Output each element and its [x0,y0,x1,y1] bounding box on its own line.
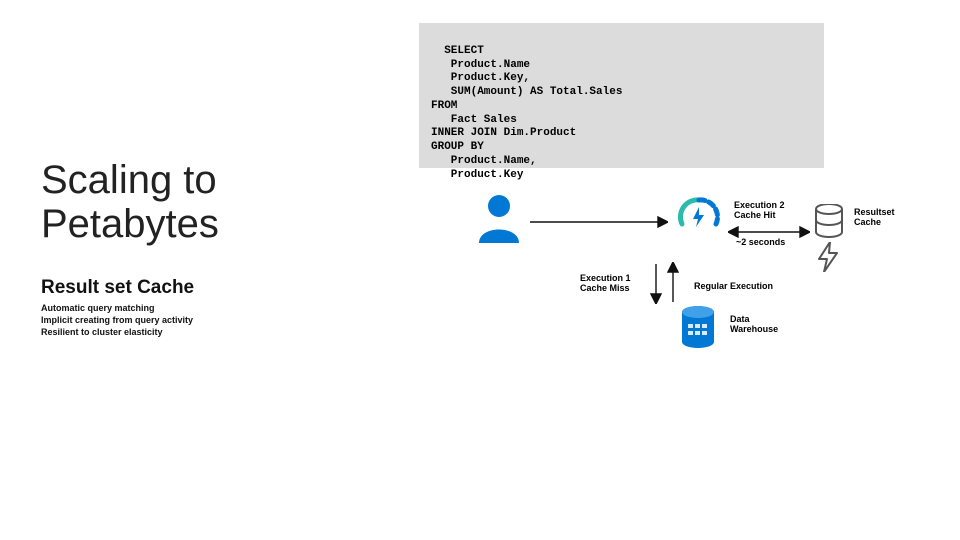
label-execution1: Execution 1 Cache Miss [580,273,650,294]
label-execution2: Execution 2 Cache Hit [734,200,804,221]
arrow-user-to-cache [528,216,668,228]
user-icon [476,193,522,243]
slide-title: Scaling to Petabytes [41,158,219,246]
sql-code-box: SELECT Product.Name Product.Key, SUM(Amo… [419,23,824,168]
arrow-miss-down [649,262,663,304]
label-data-warehouse: Data Warehouse [730,314,790,335]
arrow-miss-up [666,262,680,304]
slide-subtitle: Result set Cache [41,277,194,299]
label-data-warehouse-text: Data Warehouse [730,314,778,334]
label-resultset-cache: Resultset Cache [854,207,914,228]
feature-bullets: Automatic query matching Implicit creati… [41,302,193,338]
slide-subtitle-text: Result set Cache [41,277,194,298]
data-warehouse-db-icon [680,306,716,350]
slide-title-text: Scaling to Petabytes [41,158,219,246]
label-resultset-cache-text: Resultset Cache [854,207,895,227]
sql-code-text: SELECT Product.Name Product.Key, SUM(Amo… [431,45,622,181]
lightning-icon [815,242,841,272]
label-regular-execution-text: Regular Execution [694,281,773,291]
label-regular-execution: Regular Execution [694,281,794,291]
feature-bullets-text: Automatic query matching Implicit creati… [41,303,193,337]
label-execution2-text: Execution 2 Cache Hit [734,200,785,220]
label-seconds-text: ~2 seconds [736,237,785,247]
label-seconds: ~2 seconds [736,237,806,247]
resultset-cache-db-icon [815,204,843,240]
label-execution1-text: Execution 1 Cache Miss [580,273,631,293]
speed-gauge-icon [676,194,722,240]
